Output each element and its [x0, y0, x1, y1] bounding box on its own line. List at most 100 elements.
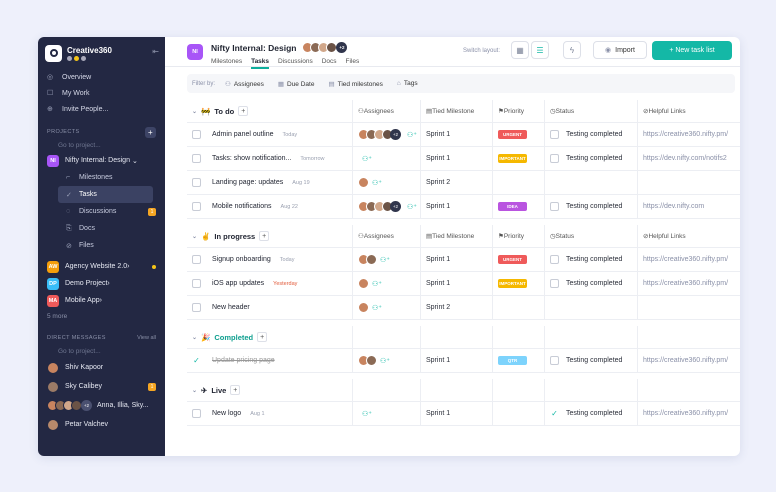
column-header-milestone[interactable]: ▤ Tied Milestone — [420, 99, 492, 123]
chevron-down-icon[interactable]: ⌄ — [192, 108, 197, 115]
table-row[interactable]: Landing page: updates Aug 19 ⚇⁺ Sprint 2 — [187, 171, 740, 195]
assignees-cell[interactable]: ⚇⁺ — [352, 296, 420, 319]
dm-item[interactable]: Shiv Kapoor — [38, 358, 165, 377]
assignee-avatars[interactable] — [358, 254, 377, 265]
priority-cell[interactable]: URGENT — [492, 248, 544, 271]
table-row[interactable]: Admin panel outline Today +2 ⚇⁺ Sprint 1 URGE… — [187, 123, 740, 147]
helpful-link[interactable]: https://creative360.nifty.pm/ — [643, 280, 728, 287]
task-name[interactable]: iOS app updates — [212, 280, 264, 287]
status-cell[interactable] — [544, 296, 637, 319]
add-task-button[interactable]: + — [259, 231, 270, 241]
task-checkbox[interactable] — [192, 202, 201, 211]
helpful-link[interactable]: https://dev.nifty.com/notifs2 — [643, 155, 727, 162]
status-cell[interactable]: Testing completed — [544, 195, 637, 218]
sidebar-subitem-files[interactable]: ⊘ Files — [38, 237, 157, 254]
assignee-avatars[interactable] — [358, 177, 369, 188]
assignees-cell[interactable]: +2 ⚇⁺ — [352, 195, 420, 218]
column-header-status[interactable]: ◷ Status — [544, 99, 637, 123]
status-cell[interactable]: ✓ Testing completed — [544, 402, 637, 425]
tab-discussions[interactable]: Discussions — [278, 58, 313, 69]
sidebar-project-aw[interactable]: AW Agency Website 2.0 › — [38, 258, 165, 275]
dm-item[interactable]: Petar Valchev — [38, 415, 165, 434]
sidebar-subitem-docs[interactable]: ⎘ Docs — [38, 220, 157, 237]
link-cell[interactable]: https://creative360.nifty.pm/ — [637, 248, 740, 271]
group-name[interactable]: ⌄ 🎉 Completed + — [192, 326, 268, 349]
status-checkbox[interactable] — [550, 130, 559, 139]
add-task-button[interactable]: + — [238, 106, 249, 116]
milestone-cell[interactable]: Sprint 1 — [420, 147, 492, 170]
milestone-cell[interactable]: Sprint 1 — [420, 349, 492, 372]
status-checkbox[interactable] — [550, 154, 559, 163]
tab-files[interactable]: Files — [346, 58, 360, 69]
status-cell[interactable]: Testing completed — [544, 123, 637, 146]
sidebar-project-dp[interactable]: DP Demo Project › — [38, 275, 165, 292]
assignee-avatars[interactable] — [358, 302, 369, 313]
status-checkbox[interactable]: ✓ — [550, 409, 559, 418]
helpful-link[interactable]: https://creative360.nifty.pm/ — [643, 131, 728, 138]
task-checkbox[interactable] — [192, 409, 201, 418]
task-name[interactable]: Mobile notifications — [212, 203, 272, 210]
priority-cell[interactable] — [492, 402, 544, 425]
add-assignee-icon[interactable]: ⚇⁺ — [362, 155, 372, 163]
status-cell[interactable]: Testing completed — [544, 248, 637, 271]
tab-tasks[interactable]: Tasks — [251, 58, 270, 69]
add-assignee-icon[interactable]: ⚇⁺ — [372, 179, 382, 187]
column-header-assignees[interactable]: ⚇ Assignees — [352, 99, 420, 123]
task-name[interactable]: New logo — [212, 410, 241, 417]
add-assignee-icon[interactable]: ⚇⁺ — [407, 203, 417, 211]
link-cell[interactable] — [637, 296, 740, 319]
helpful-link[interactable]: https://creative360.nifty.pm/ — [643, 410, 728, 417]
link-cell[interactable]: https://creative360.nifty.pm/ — [637, 402, 740, 425]
column-header-status[interactable]: ◷ Status — [544, 224, 637, 248]
status-checkbox[interactable] — [550, 356, 559, 365]
member-avatars[interactable]: +2 — [302, 42, 348, 53]
assignees-cell[interactable]: +2 ⚇⁺ — [352, 123, 420, 146]
group-name[interactable]: ⌄ 🚧 To do + — [192, 100, 249, 123]
status-checkbox[interactable] — [550, 202, 559, 211]
table-row[interactable]: ✓ Update pricing page ⚇⁺ Sprint 1 QTR Testing… — [187, 349, 740, 373]
dm-item[interactable]: Sky Calibey 1 — [38, 377, 165, 396]
column-header-links[interactable]: ⊘ Helpful Links — [637, 99, 740, 123]
status-checkbox[interactable] — [550, 279, 559, 288]
helpful-link[interactable]: https://dev.nifty.com — [643, 203, 704, 210]
column-header-milestone[interactable]: ▤ Tied Milestone — [420, 224, 492, 248]
grid-view-icon[interactable]: ▦ — [511, 41, 529, 59]
chevron-down-icon[interactable]: ⌄ — [192, 233, 197, 240]
milestone-cell[interactable]: Sprint 1 — [420, 272, 492, 295]
assignees-cell[interactable]: ⚇⁺ — [352, 349, 420, 372]
filter-assignees[interactable]: ⚇ Assignees — [225, 80, 264, 88]
sidebar-subitem-milestones[interactable]: ⌐ Milestones — [38, 169, 157, 186]
milestone-cell[interactable]: Sprint 1 — [420, 123, 492, 146]
assignee-avatars[interactable]: +2 — [358, 201, 401, 212]
table-row[interactable]: Tasks: show notification... Tomorrow ⚇⁺ Spr… — [187, 147, 740, 171]
column-header-links[interactable]: ⊘ Helpful Links — [637, 224, 740, 248]
task-cell[interactable]: Mobile notifications Aug 22 — [187, 195, 352, 218]
table-row[interactable]: New logo Aug 1 ⚇⁺ Sprint 1 ✓ Testing complete… — [187, 402, 740, 426]
status-cell[interactable]: Testing completed — [544, 349, 637, 372]
link-cell[interactable]: https://creative360.nifty.pm/ — [637, 272, 740, 295]
group-name[interactable]: ⌄ ✈ Live + — [192, 379, 241, 402]
sidebar-current-project[interactable]: NI Nifty Internal: Design ⌄ — [38, 152, 165, 169]
table-row[interactable]: Signup onboarding Today ⚇⁺ Sprint 1 URGENT Te… — [187, 248, 740, 272]
chevron-down-icon[interactable]: ⌄ — [192, 334, 197, 341]
column-header-priority[interactable]: ⚑ Priority — [492, 99, 544, 123]
task-checkbox[interactable] — [192, 303, 201, 312]
task-cell[interactable]: New logo Aug 1 — [187, 402, 352, 425]
sidebar-item-invite-people[interactable]: ⊕ Invite People... — [38, 101, 165, 117]
sidebar-item-my-work[interactable]: ☐ My Work — [38, 85, 165, 101]
more-projects-link[interactable]: 5 more — [38, 309, 165, 323]
task-cell[interactable]: Signup onboarding Today — [187, 248, 352, 271]
task-name[interactable]: Signup onboarding — [212, 256, 271, 263]
add-task-button[interactable]: + — [230, 385, 241, 395]
link-cell[interactable]: https://dev.nifty.com/notifs2 — [637, 147, 740, 170]
assignee-avatars[interactable] — [358, 278, 369, 289]
workspace-header[interactable]: Creative360 ⇤ — [38, 37, 165, 63]
chevron-down-icon[interactable]: ⌄ — [192, 387, 197, 394]
filter-due-date[interactable]: ▦ Due Date — [278, 80, 315, 88]
task-name[interactable]: Landing page: updates — [212, 179, 283, 186]
list-view-icon[interactable]: ☰ — [531, 41, 549, 59]
priority-cell[interactable]: URGENT — [492, 123, 544, 146]
link-cell[interactable]: https://creative360.nifty.pm/ — [637, 123, 740, 146]
assignee-avatars[interactable] — [358, 355, 377, 366]
assignees-cell[interactable]: ⚇⁺ — [352, 402, 420, 425]
